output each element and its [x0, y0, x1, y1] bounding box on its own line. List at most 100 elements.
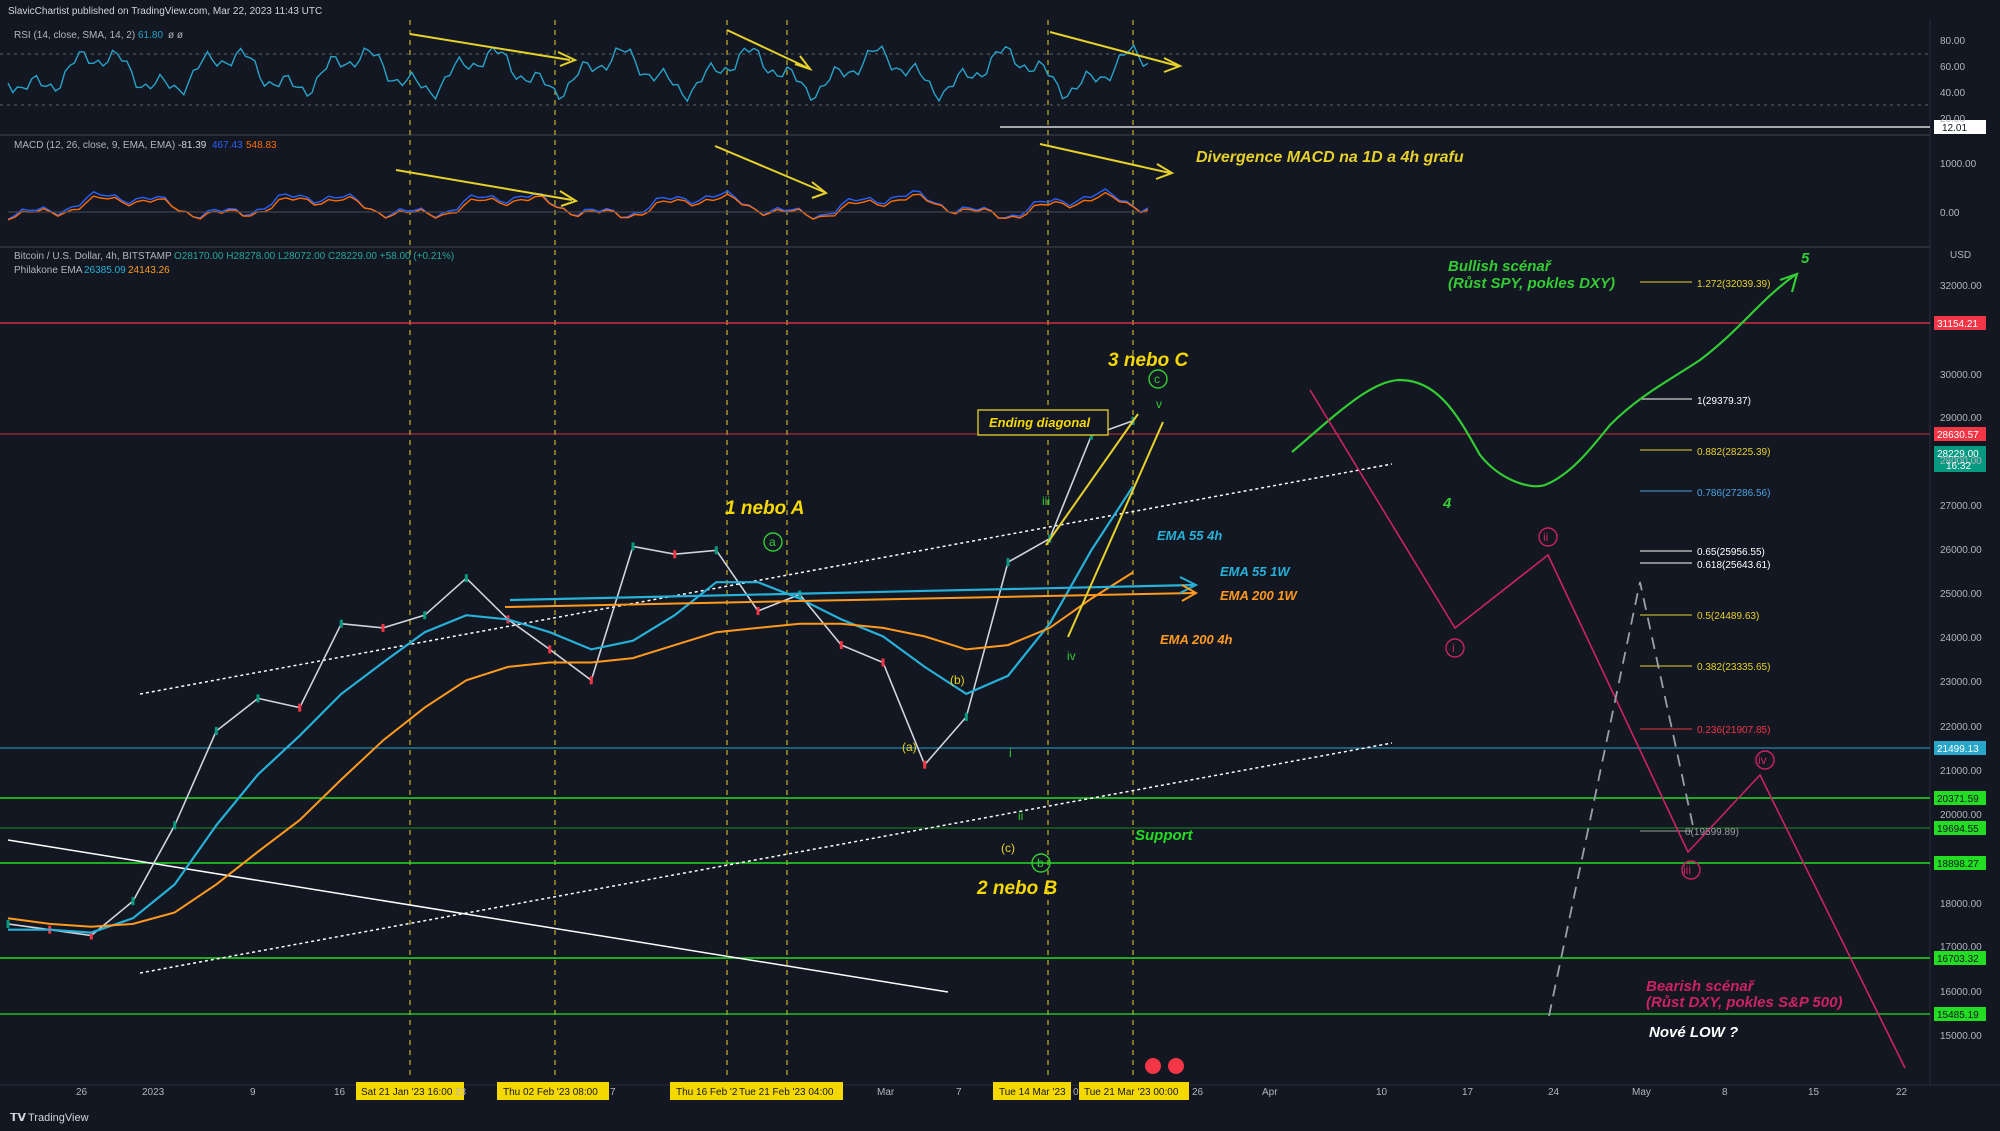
fib-label: 1.272(32039.39) [1697, 279, 1770, 290]
roman-v: v [1156, 397, 1162, 411]
time-highlight: Tue 14 Mar '23 [999, 1087, 1066, 1098]
macd-divergence-label: Divergence MACD na 1D a 4h grafu [1196, 149, 1464, 166]
ema-legend-value-1: 26385.09 [84, 265, 126, 276]
time-highlight: Tue 21 Feb '23 04:00 [739, 1087, 834, 1098]
fib-label: 1(29379.37) [1697, 396, 1751, 407]
price-tick: 24000.00 [1940, 633, 1982, 644]
bearish-title: Bearish scénař [1646, 978, 1756, 995]
sub-wave-c: (c) [1001, 841, 1015, 855]
badge-r1-text: 31154.21 [1937, 319, 1978, 330]
price-tick: 20000.00 [1940, 810, 1982, 821]
time-tick: 17 [1462, 1087, 1474, 1098]
rsi-marker: 12.01 [1942, 123, 1967, 134]
rsi-tick: 40.00 [1940, 88, 1965, 99]
fib-label: 0(19599.89) [1685, 827, 1739, 838]
time-highlight: Thu 02 Feb '23 08:00 [503, 1087, 598, 1098]
ending-diagonal-label: Ending diagonal [989, 415, 1090, 430]
time-tick: 16 [334, 1087, 346, 1098]
time-tick: 23 [455, 1087, 467, 1098]
price-point [964, 712, 968, 721]
bear-iii-text: iii [1683, 863, 1691, 877]
ema200-1w-label: EMA 200 1W [1220, 588, 1299, 603]
roman-ii: ii [1018, 809, 1023, 823]
bear-iv-text: iv [1758, 753, 1767, 767]
macd-value: 467.43 [212, 140, 243, 151]
badge-r2-text: 28630.57 [1937, 430, 1979, 441]
time-tick: 10 [1376, 1087, 1388, 1098]
circle-b-text: b [1037, 856, 1044, 870]
time-highlight: Tue 21 Mar '23 00:00 [1084, 1087, 1179, 1098]
macd-tick: 0.00 [1940, 208, 1960, 219]
badge-s6-text: 15485.19 [1937, 1010, 1979, 1021]
badge-s1-text: 21499.13 [1937, 744, 1979, 755]
price-point [131, 897, 135, 906]
fib-label: 0.618(25643.61) [1697, 560, 1770, 571]
time-tick: 7 [956, 1087, 962, 1098]
price-point [923, 760, 927, 769]
price-point [548, 645, 552, 654]
wave4-label: 4 [1442, 495, 1452, 512]
event-flag-icon [1168, 1058, 1184, 1074]
time-tick: 7 [610, 1087, 616, 1098]
price-point [881, 658, 885, 667]
price-point [1006, 558, 1010, 567]
rsi-legend-value: 61.80 [138, 30, 163, 41]
fib-label: 0.882(28225.39) [1697, 447, 1770, 458]
price-tick: 29000.00 [1940, 413, 1982, 424]
new-low-label: Nové LOW ? [1649, 1024, 1738, 1041]
sub-wave-a: (a) [902, 740, 917, 754]
macd-hist-value: -81.39 [178, 140, 207, 151]
time-tick: 9 [250, 1087, 256, 1098]
badge-price-text: 28229.00 [1937, 449, 1979, 460]
time-highlight: Sat 21 Jan '23 16:00 [361, 1087, 453, 1098]
bearish-subtitle: (Růst DXY, pokles S&P 500) [1646, 994, 1842, 1011]
price-point [256, 694, 260, 703]
price-tick: 27000.00 [1940, 501, 1982, 512]
macd-signal-value: 548.83 [246, 140, 277, 151]
fib-label: 0.382(23335.65) [1697, 662, 1770, 673]
time-highlight: Thu 16 Feb '2 [676, 1087, 738, 1098]
time-tick: 15 [1808, 1087, 1820, 1098]
price-tick: 25000.00 [1940, 589, 1982, 600]
badge-s2-text: 20371.59 [1937, 794, 1979, 805]
price-point [464, 574, 468, 583]
bear-i-text: i [1452, 641, 1455, 655]
macd-legend-name: MACD (12, 26, close, 9, EMA, EMA) [14, 140, 175, 151]
time-tick: 24 [1548, 1087, 1560, 1098]
footer-brand: TradingView [28, 1112, 89, 1124]
fib-label: 0.5(24489.63) [1697, 611, 1759, 622]
wave3-label: 3 nebo C [1108, 350, 1189, 371]
rsi-tick: 80.00 [1940, 36, 1965, 47]
price-tick: 21000.00 [1940, 766, 1982, 777]
time-tick: 8 [1722, 1087, 1728, 1098]
price-point [756, 607, 760, 615]
fib-label: 0.65(25956.55) [1697, 547, 1765, 558]
event-flag-icon [1145, 1058, 1161, 1074]
time-tick: 26 [76, 1087, 88, 1098]
ema-legend-name: Philakone EMA [14, 265, 83, 276]
badge-s4-text: 18898.27 [1937, 859, 1979, 870]
macd-tick: 1000.00 [1940, 159, 1977, 170]
time-tick: Apr [1262, 1087, 1278, 1098]
time-tick: May [1632, 1087, 1651, 1098]
price-tick: 16000.00 [1940, 987, 1982, 998]
price-point [381, 623, 385, 632]
time-tick: 26 [1192, 1087, 1204, 1098]
time-tick: Mar [877, 1087, 895, 1098]
ema200-4h-label: EMA 200 4h [1160, 632, 1233, 647]
price-tick: 30000.00 [1940, 370, 1982, 381]
roman-iii: iii [1042, 494, 1050, 508]
price-tick: 15000.00 [1940, 1031, 1982, 1042]
badge-price-time: 16:32 [1946, 461, 1971, 472]
price-tick: 22000.00 [1940, 722, 1982, 733]
time-tick: 2023 [142, 1087, 165, 1098]
price-point [839, 641, 843, 650]
price-point [6, 919, 10, 928]
price-point [589, 676, 593, 685]
ema-legend-value-2: 24143.26 [128, 265, 170, 276]
price-legend-ohlc: O28170.00 H28278.00 L28072.00 C28229.00 … [174, 251, 454, 262]
price-tick: 23000.00 [1940, 677, 1982, 688]
circle-a-text: a [769, 535, 776, 549]
fib-label: 0.786(27286.56) [1697, 488, 1770, 499]
badge-s5-text: 16703.32 [1937, 954, 1979, 965]
